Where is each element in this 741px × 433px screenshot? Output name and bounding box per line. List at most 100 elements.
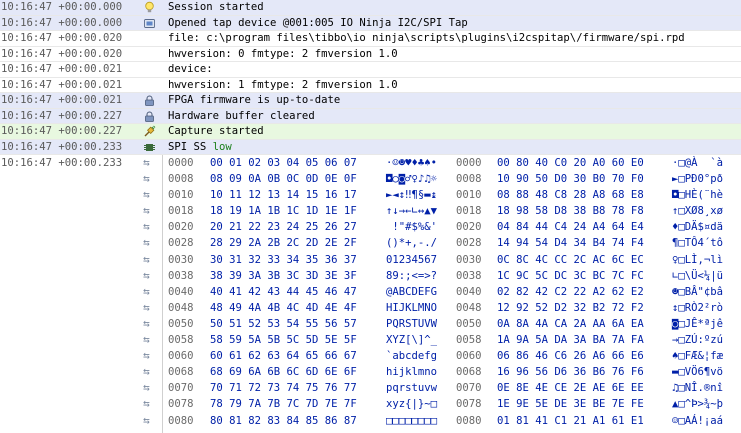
hex-offset-mosi: 0058 [168,334,194,347]
bidirectional-arrow-icon: ⇆ [143,236,150,250]
log-message-text: device: [168,63,213,75]
log-row[interactable]: 10:16:47 +00:00.021 hwversion: 1 fmtype: … [0,77,741,93]
hex-bytes-miso: 18 98 58 D8 38 B8 78 F8 [497,205,644,218]
hex-row[interactable]: ⇆ 0050 50 51 52 53 54 55 56 57 PQRSTUVW 0050… [0,316,741,332]
bidirectional-arrow-icon: ⇆ [143,381,150,395]
hex-offset-miso: 0000 [456,157,482,169]
chip-icon [143,141,156,154]
log-row[interactable]: 10:16:47 +00:00.000 Session started [0,0,741,16]
ascii-miso: ↑□XØ8¸xø [672,205,724,218]
log-row[interactable]: 10:16:47 +00:00.021 device: [0,62,741,78]
log-message: FPGA firmware is up-to-date [168,93,340,109]
bidirectional-arrow-icon: ⇆ [143,252,150,266]
hex-bytes-mosi: 70 71 72 73 74 75 76 77 [210,382,357,395]
hex-bytes-mosi: 50 51 52 53 54 55 56 57 [210,317,357,330]
ascii-mosi: 89:;<=>? [386,269,438,282]
lightbulb-icon [143,1,156,14]
hex-bytes-miso: 16 96 56 D6 36 B6 76 F6 [497,366,644,379]
ascii-miso: ☻□BÂ"¢bâ [672,285,724,298]
hex-row[interactable]: ⇆ 0080 80 81 82 83 84 85 86 87 □□□□□□□□ 0080… [0,413,741,429]
bidirectional-arrow-icon: ⇆ [143,220,150,234]
log-row[interactable]: 10:16:47 +00:00.021 FPGA firmware is up-t… [0,93,741,109]
hex-bytes-miso: 1C 9C 5C DC 3C BC 7C FC [497,269,644,282]
hex-bytes-mosi: 28 29 2A 2B 2C 2D 2E 2F [210,237,357,250]
ascii-miso: ¶□TÔ4´tô [672,237,724,250]
ascii-mosi: ()*+,-./ [386,237,438,250]
hex-offset-miso: 0048 [456,301,482,314]
hex-row[interactable]: ⇆ 0008 08 09 0A 0B 0C 0D 0E 0F ◘○◙♂♀♪♫☼ 0008… [0,171,741,187]
hex-bytes-mosi: 40 41 42 43 44 45 46 47 [210,285,357,298]
hex-row[interactable]: ⇆ 0030 30 31 32 33 34 35 36 37 01234567 0030… [0,252,741,268]
bidirectional-arrow-icon: ⇆ [143,284,150,298]
hex-offset-mosi: 0060 [168,350,194,363]
hex-offset-miso: 0010 [456,189,482,202]
hex-offset-mosi: 0010 [168,189,194,202]
hex-row[interactable]: ⇆ 0020 20 21 22 23 24 25 26 27 !"#$%&' 0020… [0,219,741,235]
log-row[interactable]: 10:16:47 +00:00.233 SPI SS low [0,139,741,155]
ascii-miso: ♠□FÆ&¦fæ [672,350,724,363]
hex-offset-mosi: 0008 [168,173,194,186]
hex-row[interactable]: ⇆ 0040 40 41 42 43 44 45 46 47 @ABCDEFG 0040… [0,284,741,300]
hex-bytes-mosi: 00 01 02 03 04 05 06 07 [210,157,357,169]
log-message: file: c:\program files\tibbo\io ninja\sc… [168,31,685,47]
ascii-miso: ·□@À `à [672,157,724,169]
log-row[interactable]: 10:16:47 +00:00.020 file: c:\program file… [0,31,741,47]
hex-bytes-mosi: 48 49 4A 4B 4C 4D 4E 4F [210,301,357,314]
hex-row[interactable]: ⇆ 0010 10 11 12 13 14 15 16 17 ►◄↕‼¶§▬↨ 0010… [0,187,741,203]
log-row[interactable]: 10:16:47 +00:00.020 hwversion: 0 fmtype: … [0,46,741,62]
log-row[interactable]: 10:16:47 +00:00.227 Capture started [0,124,741,140]
log-row[interactable]: 10:16:47 +00:00.227 Hardware buffer clear… [0,108,741,124]
bidirectional-arrow-icon: ⇆ [143,349,150,363]
hex-bytes-mosi: 10 11 12 13 14 15 16 17 [210,189,357,202]
log-view[interactable]: 10:16:47 +00:00.000 Session started 10:16:… [0,0,741,433]
hex-row[interactable]: ⇆ 0068 68 69 6A 6B 6C 6D 6E 6F hijklmno 0068… [0,364,741,380]
hex-row[interactable]: ⇆ 0078 78 79 7A 7B 7C 7D 7E 7F xyz{|}~□ 0078… [0,396,741,412]
timestamp: 10:16:47 +00:00.021 [1,94,123,106]
hex-offset-mosi: 0000 [168,157,194,169]
bidirectional-arrow-icon: ⇆ [143,365,150,379]
log-message: Capture started [168,124,264,140]
hex-bytes-mosi: 08 09 0A 0B 0C 0D 0E 0F [210,173,357,186]
hex-row[interactable]: 10:16:47 +00:00.233 ⇆ 0000 00 01 02 03 04 0… [0,155,741,171]
timestamp: 10:16:47 +00:00.233 [1,157,123,169]
log-message-text: hwversion: 1 fmtype: 2 fmversion 1.0 [168,78,398,91]
hex-offset-mosi: 0050 [168,317,194,330]
log-row[interactable]: 10:16:47 +00:00.000 Opened tap device @00… [0,15,741,31]
hex-bytes-mosi: 38 39 3A 3B 3C 3D 3E 3F [210,269,357,282]
hex-offset-mosi: 0020 [168,221,194,234]
log-message-text: Session started [168,1,264,13]
hex-bytes-mosi: 30 31 32 33 34 35 36 37 [210,253,357,266]
hex-dump: 10:16:47 +00:00.233 ⇆ 0000 00 01 02 03 04 0… [0,155,741,429]
ascii-mosi: ◘○◙♂♀♪♫☼ [386,173,438,186]
hex-row[interactable]: ⇆ 0028 28 29 2A 2B 2C 2D 2E 2F ()*+,-./ 0028… [0,235,741,251]
hex-offset-mosi: 0030 [168,253,194,266]
hex-bytes-mosi: 80 81 82 83 84 85 86 87 [210,414,357,427]
hex-row[interactable]: ⇆ 0048 48 49 4A 4B 4C 4D 4E 4F HIJKLMNO 0048… [0,300,741,316]
hex-offset-miso: 0068 [456,366,482,379]
timestamp: 10:16:47 +00:00.000 [1,16,123,29]
bidirectional-arrow-icon: ⇆ [143,397,150,411]
hex-row[interactable]: ⇆ 0018 18 19 1A 1B 1C 1D 1E 1F ↑↓→←∟↔▲▼ 0018… [0,203,741,219]
hex-offset-mosi: 0038 [168,269,194,282]
timestamp: 10:16:47 +00:00.020 [1,32,123,44]
ascii-miso: ♀□LÌ,¬lì [672,253,724,266]
hex-row[interactable]: ⇆ 0070 70 71 72 73 74 75 76 77 pqrstuvw 0070… [0,380,741,396]
hex-bytes-miso: 1E 9E 5E DE 3E BE 7E FE [497,398,644,411]
hex-bytes-miso: 00 80 40 C0 20 A0 60 E0 [497,157,644,169]
ascii-miso: →□ZÚ:ºzú [672,334,724,347]
timestamp: 10:16:47 +00:00.227 [1,125,123,137]
timestamp: 10:16:47 +00:00.233 [1,140,123,153]
hex-row[interactable]: ⇆ 0038 38 39 3A 3B 3C 3D 3E 3F 89:;<=>? 0038… [0,268,741,284]
hex-offset-miso: 0060 [456,350,482,363]
ascii-mosi: !"#$%&' [386,221,438,234]
log-message: device: [168,62,213,78]
ascii-mosi: ·☺☻♥♦♣♠• [386,157,438,169]
log-message-highlight: low [212,140,232,153]
ascii-miso: ▲□^Þ>¾~þ [672,398,724,411]
bidirectional-arrow-icon: ⇆ [143,172,150,186]
hex-row[interactable]: ⇆ 0060 60 61 62 63 64 65 66 67 `abcdefg 0060… [0,348,741,364]
hex-offset-mosi: 0018 [168,205,194,218]
hex-offset-mosi: 0078 [168,398,194,411]
hex-row[interactable]: ⇆ 0058 58 59 5A 5B 5C 5D 5E 5F XYZ[\]^_ 0058… [0,332,741,348]
hex-bytes-miso: 10 90 50 D0 30 B0 70 F0 [497,173,644,186]
